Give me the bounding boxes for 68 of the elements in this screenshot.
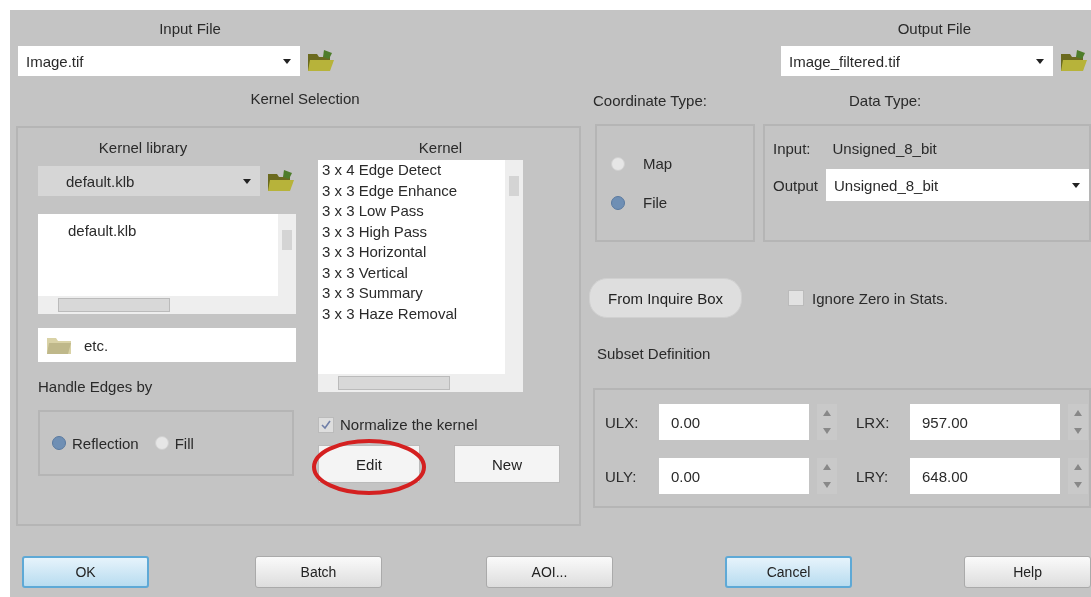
section-title: Kernel Selection [250, 89, 360, 107]
radio-label[interactable]: Reflection [72, 434, 139, 452]
spinner[interactable] [817, 404, 837, 440]
coordinate-label: ULX: [605, 413, 640, 431]
checkbox[interactable] [788, 290, 805, 306]
input-file-dropdown[interactable]: Image.tif [18, 46, 300, 76]
radio-label[interactable]: File [643, 194, 668, 211]
from-inquire-box-button[interactable]: From Inquire Box [589, 278, 743, 318]
checkbox-label[interactable]: Ignore Zero in Stats. [812, 289, 948, 307]
dropdown-arrow-icon[interactable] [242, 177, 252, 185]
list-item[interactable]: default.klb [68, 222, 248, 239]
list-item[interactable]: 3 x 4 Edge Detect [322, 160, 501, 181]
radio-label[interactable]: Map [643, 155, 673, 172]
input-type-label: Input: [773, 140, 811, 157]
new-button[interactable]: New [454, 445, 560, 483]
folder-icon[interactable] [266, 168, 296, 194]
coordinate-label: LRY: [856, 467, 890, 485]
radio-button[interactable] [52, 436, 66, 450]
dropdown-arrow-icon[interactable] [1071, 181, 1081, 189]
output-file-dropdown[interactable]: Image_filtered.tif [781, 46, 1053, 76]
horizontal-scrollbar[interactable] [38, 296, 296, 314]
number-field[interactable]: 957.00 [910, 404, 1060, 440]
vertical-scrollbar[interactable] [505, 160, 523, 374]
dropdown-arrow-icon[interactable] [282, 57, 292, 65]
output-file-label: Output File [897, 19, 971, 37]
coordinate-label: ULY: [605, 467, 638, 485]
coordinate-label: LRX: [856, 413, 891, 431]
data-type-label: Data Type: [849, 91, 922, 109]
folder-icon [46, 335, 72, 355]
folder-icon[interactable] [306, 48, 336, 74]
handle-edges-label: Handle Edges by [38, 377, 153, 395]
number-field[interactable]: 0.00 [659, 404, 809, 440]
checkbox[interactable] [318, 416, 334, 433]
kernel-library-label: Kernel library [98, 138, 188, 156]
list-item[interactable]: 3 x 3 High Pass [322, 221, 501, 242]
list-item[interactable]: 3 x 3 Vertical [322, 262, 501, 283]
spinner[interactable] [1068, 458, 1088, 494]
number-field[interactable]: 648.00 [910, 458, 1060, 494]
edit-button[interactable]: Edit [318, 445, 420, 483]
list-item[interactable]: 3 x 3 Summary [322, 283, 501, 304]
dropdown-arrow-icon[interactable] [1035, 57, 1045, 65]
dialog-button[interactable]: Cancel [725, 556, 853, 588]
radio-button[interactable] [611, 195, 625, 210]
subset-definition-label: Subset Definition [597, 344, 711, 362]
horizontal-scrollbar[interactable] [318, 374, 523, 392]
dialog-button[interactable]: Help [964, 556, 1091, 588]
spinner[interactable] [1068, 404, 1088, 440]
checkbox-label[interactable]: Normalize the kernel [340, 416, 478, 433]
dialog-button[interactable]: Batch [255, 556, 382, 588]
output-type-label: Output [773, 176, 819, 194]
input-file-label: Input File [159, 19, 221, 37]
dialog-button[interactable]: AOI... [486, 556, 613, 588]
library-dropdown[interactable]: default.klb [38, 166, 260, 196]
output-type-dropdown[interactable]: Unsigned_8_bit [826, 169, 1089, 201]
folder-icon[interactable] [1059, 48, 1089, 74]
coordinate-type-label: Coordinate Type: [593, 91, 708, 109]
vertical-scrollbar[interactable] [278, 214, 296, 296]
list-item[interactable]: 3 x 3 Haze Removal [322, 303, 501, 324]
radio-label[interactable]: Fill [174, 434, 194, 452]
dialog-button[interactable]: OK [22, 556, 150, 588]
number-field[interactable]: 0.00 [659, 458, 809, 494]
kernel-label: Kernel [418, 138, 463, 156]
list-item[interactable]: 3 x 3 Edge Enhance [322, 180, 501, 201]
directory-dropdown[interactable]: etc. [38, 328, 296, 362]
input-type-value: Unsigned_8_bit [832, 140, 937, 157]
list-item[interactable]: 3 x 3 Horizontal [322, 242, 501, 263]
list-item[interactable]: 3 x 3 Low Pass [322, 201, 501, 222]
spinner[interactable] [817, 458, 837, 494]
